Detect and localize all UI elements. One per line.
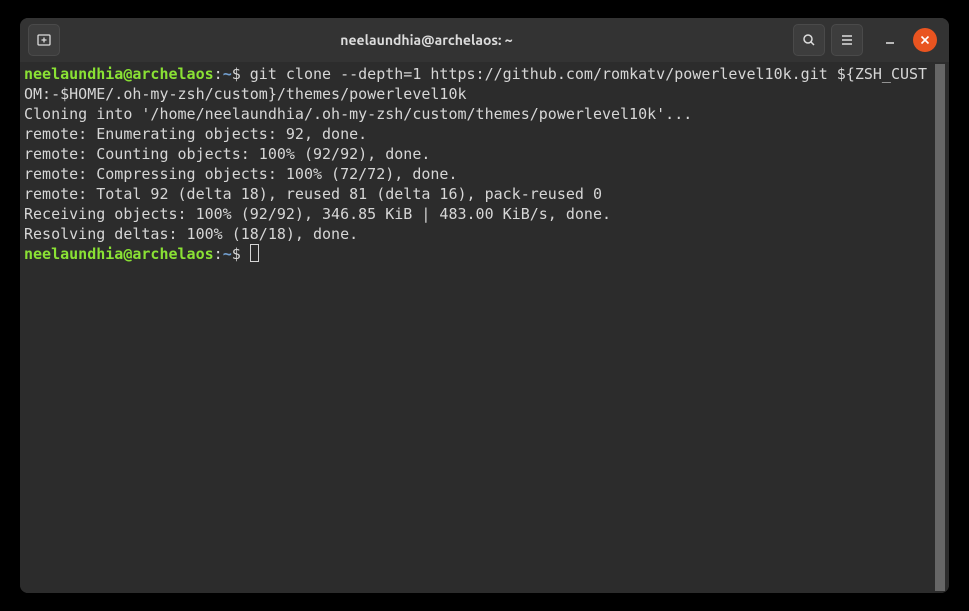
output-line: remote: Enumerating objects: 92, done. (24, 124, 935, 144)
prompt-colon: : (214, 65, 223, 83)
output-line: Cloning into '/home/neelaundhia/.oh-my-z… (24, 104, 935, 124)
scrollbar[interactable] (935, 64, 945, 591)
titlebar-right (793, 24, 941, 56)
prompt-dollar: $ (232, 65, 241, 83)
output-line: Resolving deltas: 100% (18/18), done. (24, 224, 935, 244)
minimize-button[interactable] (877, 27, 903, 53)
close-icon (920, 35, 930, 45)
scrollbar-thumb[interactable] (935, 64, 945, 591)
new-tab-button[interactable] (28, 24, 60, 56)
new-tab-icon (36, 32, 52, 48)
terminal-window: neelaundhia@archelaos: ~ (20, 18, 949, 593)
cursor (250, 244, 259, 262)
hamburger-icon (839, 32, 855, 48)
titlebar: neelaundhia@archelaos: ~ (20, 18, 949, 62)
prompt-user-host: neelaundhia@archelaos (24, 65, 214, 83)
close-button[interactable] (913, 28, 937, 52)
prompt-path: ~ (223, 245, 232, 263)
prompt-user-host: neelaundhia@archelaos (24, 245, 214, 263)
terminal-body[interactable]: neelaundhia@archelaos:~$ git clone --dep… (20, 62, 949, 593)
output-line: Receiving objects: 100% (92/92), 346.85 … (24, 204, 935, 224)
prompt-colon: : (214, 245, 223, 263)
titlebar-left (28, 24, 60, 56)
terminal-content: neelaundhia@archelaos:~$ git clone --dep… (24, 64, 935, 591)
window-title: neelaundhia@archelaos: ~ (66, 32, 787, 48)
output-line: remote: Counting objects: 100% (92/92), … (24, 144, 935, 164)
search-icon (801, 32, 817, 48)
prompt-path: ~ (223, 65, 232, 83)
output-line: remote: Total 92 (delta 18), reused 81 (… (24, 184, 935, 204)
minimize-icon (883, 33, 897, 47)
menu-button[interactable] (831, 24, 863, 56)
search-button[interactable] (793, 24, 825, 56)
output-line: remote: Compressing objects: 100% (72/72… (24, 164, 935, 184)
prompt-dollar: $ (232, 245, 241, 263)
